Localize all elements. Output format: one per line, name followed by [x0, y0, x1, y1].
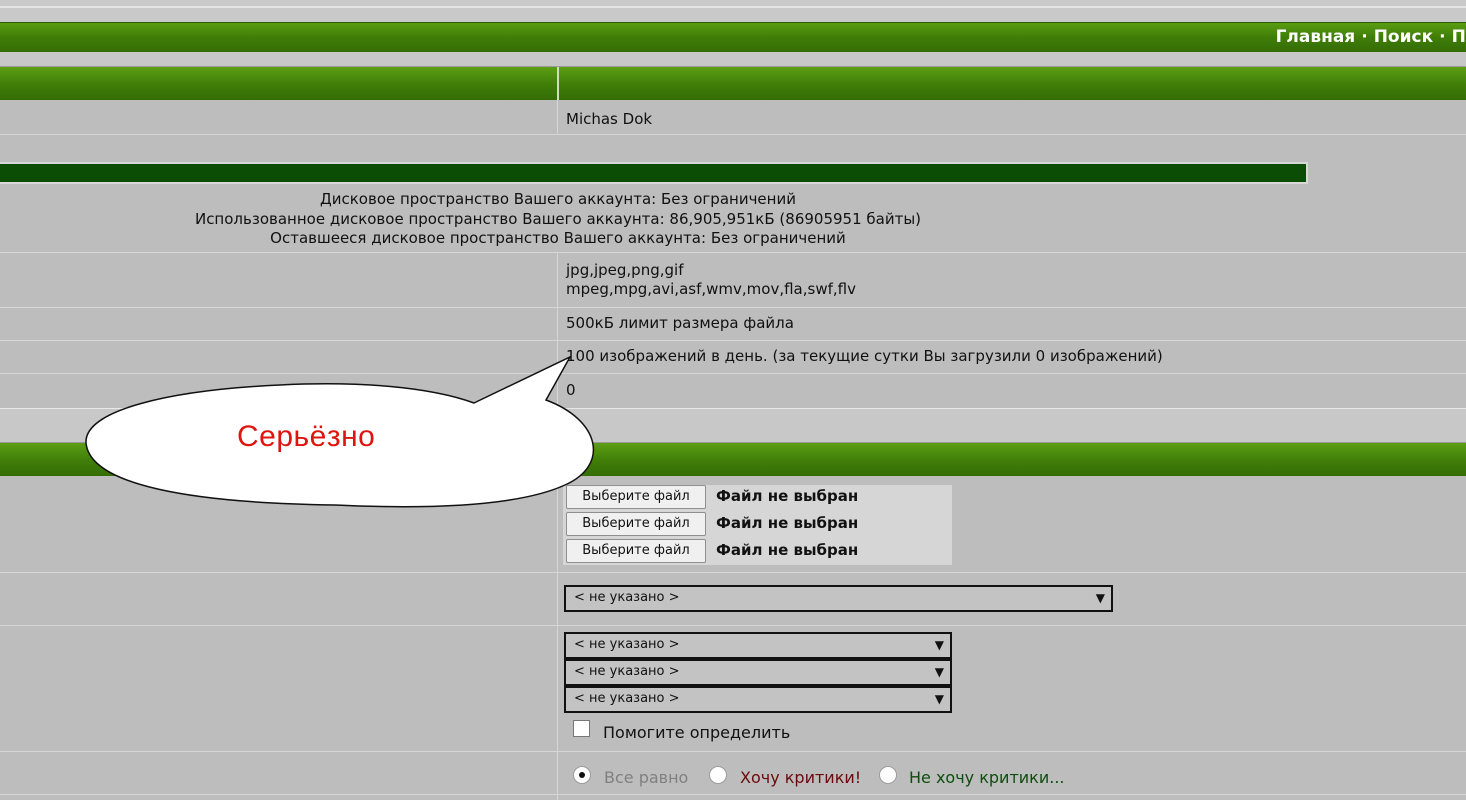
species-select-2[interactable]: < не указано > ▼: [564, 659, 952, 686]
file-status: Файл не выбран: [716, 487, 859, 505]
top-strip: [0, 0, 1466, 23]
choose-file-button[interactable]: Выберите файл: [566, 512, 706, 536]
nav-links: Главная·Поиск·Пр: [1276, 27, 1466, 47]
dropdown-arrow-icon: ▼: [934, 638, 944, 652]
file-inputs: Выберите файл Файл не выбран Выберите фа…: [563, 485, 952, 565]
critique-radio-any[interactable]: [573, 766, 591, 784]
help-identify-label: Помогите определить: [603, 723, 791, 742]
disk-usage-bar: [0, 162, 1308, 184]
critique-radio-want[interactable]: [709, 766, 727, 784]
disk-used: Использованное дисковое пространство Ваш…: [194, 209, 922, 228]
allowed-video-types: mpeg,mpg,avi,asf,wmv,mov,fla,swf,flv: [566, 280, 856, 298]
critique-label-no: Не хочу критики...: [909, 768, 1065, 787]
file-status: Файл не выбран: [716, 514, 859, 532]
disk-remaining: Оставшееся дисковое пространство Вашего …: [270, 229, 846, 247]
nav-link-profile[interactable]: Пр: [1452, 27, 1466, 47]
disk-info: Дисковое пространство Вашего аккаунта: Б…: [0, 190, 1116, 249]
nav-link-home[interactable]: Главная: [1276, 27, 1356, 47]
file-size-limit: 500кБ лимит размера файла: [566, 314, 794, 332]
category-select[interactable]: < не указано > ▼: [564, 585, 1113, 612]
nav-bar: Главная·Поиск·Пр: [0, 22, 1466, 53]
disk-total: Дисковое пространство Вашего аккаунта: Б…: [320, 190, 796, 208]
select-value: < не указано >: [574, 590, 680, 605]
allowed-image-types: jpg,jpeg,png,gif: [566, 261, 684, 279]
dropdown-arrow-icon: ▼: [934, 692, 944, 706]
critique-label-want: Хочу критики!: [740, 768, 862, 787]
nav-spacer: [0, 52, 1466, 67]
species-select-3[interactable]: < не указано > ▼: [564, 686, 952, 713]
critique-radio-no[interactable]: [879, 766, 897, 784]
nav-link-search[interactable]: Поиск: [1374, 27, 1433, 47]
dropdown-arrow-icon: ▼: [934, 665, 944, 679]
daily-upload-limit: 100 изображений в день. (за текущие сутк…: [566, 347, 1163, 365]
dropdown-arrow-icon: ▼: [1095, 591, 1105, 605]
choose-file-button[interactable]: Выберите файл: [566, 539, 706, 563]
select-value: < не указано >: [574, 637, 680, 652]
file-status: Файл не выбран: [716, 541, 859, 559]
select-value: < не указано >: [574, 664, 680, 679]
username-value: Michas Dok: [566, 110, 653, 128]
critique-label-any: Все равно: [604, 768, 689, 787]
form-header-bar: [0, 67, 1466, 100]
bubble-text: Серьёзно: [237, 420, 376, 453]
help-identify-checkbox[interactable]: [573, 720, 590, 737]
select-value: < не указано >: [574, 691, 680, 706]
species-select-1[interactable]: < не указано > ▼: [564, 632, 952, 659]
